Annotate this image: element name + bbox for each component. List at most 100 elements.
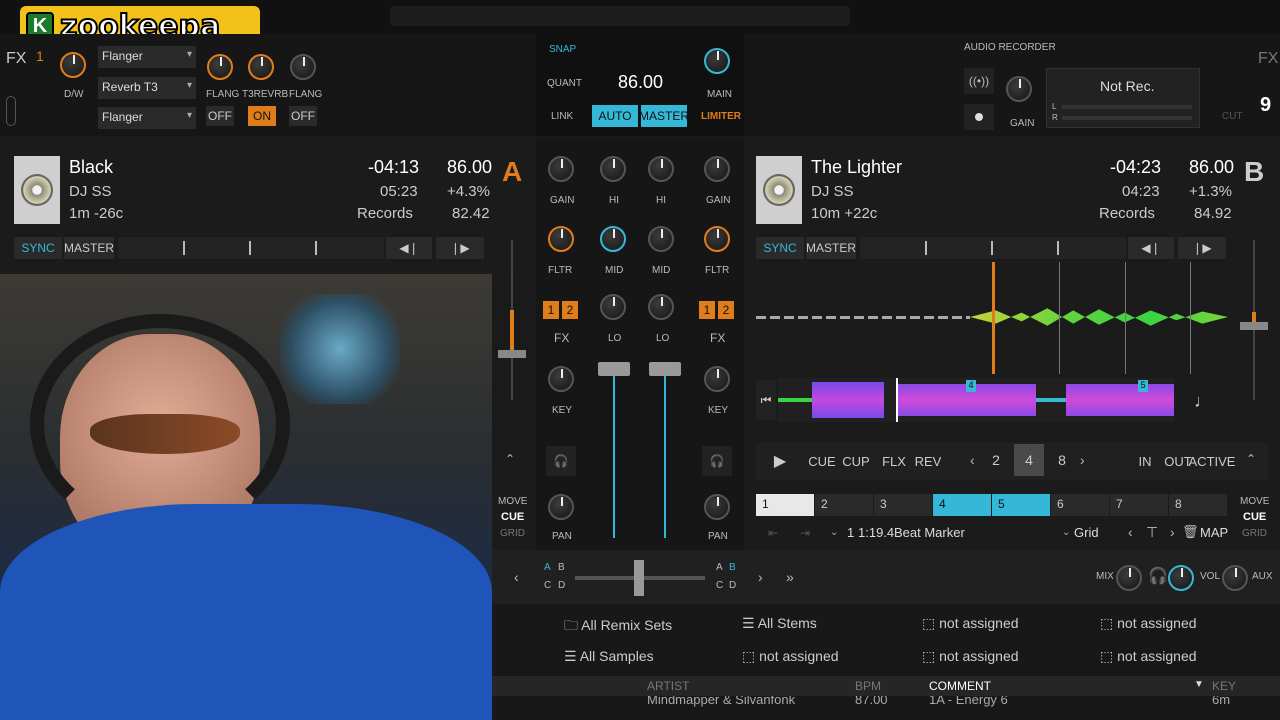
- browser-favorite-6[interactable]: ⬚ not assigned: [742, 648, 839, 665]
- mixer-pan-a-knob[interactable]: [548, 494, 574, 520]
- deck-b-jump-back-button[interactable]: ◀❘: [1128, 237, 1174, 259]
- loop-size-8-button[interactable]: 8: [1048, 444, 1076, 476]
- cue-slot-2[interactable]: 2: [815, 494, 873, 516]
- deck-a-pitch-fader[interactable]: [498, 240, 526, 400]
- mixer-key-a-knob[interactable]: [548, 366, 574, 392]
- cue-info-dropdown-icon[interactable]: ⌄: [830, 527, 838, 538]
- quant-label[interactable]: QUANT: [547, 78, 582, 89]
- mixer-filter-b-knob[interactable]: [704, 226, 730, 252]
- pitch-handle[interactable]: [1240, 322, 1268, 330]
- column-header-artist[interactable]: ARTIST: [647, 679, 689, 693]
- crossfader-assign-c-right[interactable]: C: [716, 580, 723, 591]
- deck-b-overview-waveform[interactable]: 4 5: [778, 378, 1174, 422]
- master-bpm[interactable]: 86.00: [618, 72, 663, 93]
- crossfader-assign-a-right[interactable]: A: [716, 562, 723, 573]
- crossfader-left-arrow[interactable]: ‹: [514, 569, 519, 585]
- fx-param-knob-1[interactable]: [207, 54, 233, 80]
- deck-b-master-button[interactable]: MASTER: [806, 237, 856, 259]
- fx-button-2[interactable]: ON: [248, 106, 276, 126]
- browser-favorite-2[interactable]: ☰ All Stems: [742, 615, 817, 632]
- deck-a-jump-back-button[interactable]: ◀❘: [386, 237, 432, 259]
- deck-a-master-button[interactable]: MASTER: [64, 237, 114, 259]
- fx-unit-right-number[interactable]: 9: [1260, 94, 1271, 117]
- deck-a-move-cue[interactable]: CUE: [501, 511, 524, 523]
- overview-cue-marker-4[interactable]: 4: [966, 380, 976, 392]
- auto-button[interactable]: AUTO: [592, 105, 638, 127]
- mixer-key-b-knob[interactable]: [704, 366, 730, 392]
- cue-prev-icon[interactable]: ⇤: [768, 526, 778, 540]
- deck-a-move-grid[interactable]: GRID: [500, 528, 525, 539]
- loop-size-prev-icon[interactable]: ‹: [970, 452, 975, 468]
- cue-slot-8[interactable]: 8: [1169, 494, 1227, 516]
- crossfader-assign-d-left[interactable]: D: [558, 580, 565, 591]
- browser-favorite-8[interactable]: ⬚ not assigned: [1100, 648, 1197, 665]
- cue-slot-6[interactable]: 6: [1051, 494, 1109, 516]
- mixer-filter-b-label[interactable]: FLTR: [705, 265, 729, 276]
- loop-size-4-button[interactable]: 4: [1014, 444, 1044, 476]
- headphone-mix-knob[interactable]: [1116, 565, 1142, 591]
- deck-b-cup-button[interactable]: CUP: [840, 448, 872, 474]
- mixer-fx-a-1-button[interactable]: 1: [543, 301, 559, 319]
- cue-shift-left-icon[interactable]: ‹: [1128, 524, 1133, 540]
- record-button[interactable]: [964, 104, 994, 130]
- deck-b-jump-forward-button[interactable]: ❘▶: [1178, 237, 1226, 259]
- loop-size-next-icon[interactable]: ›: [1080, 452, 1085, 468]
- mixer-eq-mid-a-knob[interactable]: [600, 226, 626, 252]
- headphone-vol-knob[interactable]: [1168, 565, 1194, 591]
- snap-button[interactable]: SNAP: [549, 44, 576, 55]
- cue-slot-1[interactable]: 1: [756, 494, 814, 516]
- recorder-gain-knob[interactable]: [1006, 76, 1032, 102]
- loop-size-2-button[interactable]: 2: [982, 444, 1010, 476]
- sort-dropdown-icon[interactable]: ▼: [1194, 679, 1204, 690]
- cue-shift-right-icon[interactable]: ›: [1170, 524, 1175, 540]
- deck-a-collapse-icon[interactable]: ⌃: [505, 452, 515, 466]
- crossfader-assign-b-right[interactable]: B: [729, 562, 736, 573]
- mixer-gain-a-knob[interactable]: [548, 156, 574, 182]
- fx-side-handle[interactable]: [6, 96, 16, 126]
- column-header-bpm[interactable]: BPM: [855, 679, 881, 693]
- mixer-gain-b-knob[interactable]: [704, 156, 730, 182]
- mixer-filter-a-label[interactable]: FLTR: [548, 265, 572, 276]
- column-header-comment[interactable]: COMMENT: [929, 679, 991, 693]
- mixer-filter-a-knob[interactable]: [548, 226, 574, 252]
- pitch-handle[interactable]: [498, 350, 526, 358]
- track-row-partial[interactable]: Mindmapper & Silvanfonk 87.00 1A - Energ…: [492, 696, 1280, 720]
- deck-a-sync-button[interactable]: SYNC: [14, 237, 62, 259]
- deck-b-play-button[interactable]: ▶: [766, 448, 794, 474]
- loop-in-button[interactable]: IN: [1132, 448, 1158, 474]
- deck-b-collapse-icon[interactable]: ⌃: [1246, 452, 1256, 466]
- crossfader-assign-c-left[interactable]: C: [544, 580, 551, 591]
- cue-grid-dropdown[interactable]: Grid: [1074, 525, 1099, 540]
- deck-b-jump-start-button[interactable]: ⏮: [756, 380, 776, 420]
- channel-fader-b-handle[interactable]: [649, 362, 681, 376]
- fx-button-3[interactable]: OFF: [289, 106, 317, 126]
- cue-slot-7[interactable]: 7: [1110, 494, 1168, 516]
- cue-set-icon[interactable]: ⊤: [1146, 524, 1158, 541]
- mixer-fx-a-2-button[interactable]: 2: [562, 301, 578, 319]
- crossfader-assign-b-left[interactable]: B: [558, 562, 565, 573]
- link-label[interactable]: LINK: [551, 111, 573, 122]
- crossfader-right-arrow[interactable]: ›: [758, 569, 763, 585]
- browser-favorite-3[interactable]: ⬚ not assigned: [922, 615, 1019, 632]
- recorder-monitor-button[interactable]: ((•)): [964, 68, 994, 94]
- crossfader-handle[interactable]: [634, 560, 644, 596]
- deck-b-waveform[interactable]: [756, 262, 1228, 374]
- deck-b-reverse-button[interactable]: REV: [912, 448, 944, 474]
- limiter-label[interactable]: LIMITER: [701, 111, 741, 122]
- aux-knob[interactable]: [1222, 565, 1248, 591]
- cue-info-type[interactable]: Beat Marker: [894, 525, 965, 540]
- channel-fader-a-handle[interactable]: [598, 362, 630, 376]
- cue-slot-5[interactable]: 5: [992, 494, 1050, 516]
- deck-b-cue-button[interactable]: CUE: [806, 448, 838, 474]
- browser-favorite-7[interactable]: ⬚ not assigned: [922, 648, 1019, 665]
- browser-favorite-1[interactable]: 🗀 All Remix Sets: [564, 615, 672, 639]
- loop-active-button[interactable]: ACTIVE: [1189, 448, 1236, 474]
- mixer-eq-lo-b-knob[interactable]: [648, 294, 674, 320]
- mixer-eq-lo-a-knob[interactable]: [600, 294, 626, 320]
- crossfader-fast-forward-icon[interactable]: »: [786, 569, 794, 585]
- fx-slot-2-select[interactable]: Reverb T3: [98, 77, 196, 99]
- fx-param-knob-3[interactable]: [290, 54, 316, 80]
- fx-dry-wet-knob[interactable]: [60, 52, 86, 78]
- column-header-key[interactable]: KEY: [1212, 679, 1236, 693]
- cue-map-button[interactable]: MAP: [1200, 525, 1228, 540]
